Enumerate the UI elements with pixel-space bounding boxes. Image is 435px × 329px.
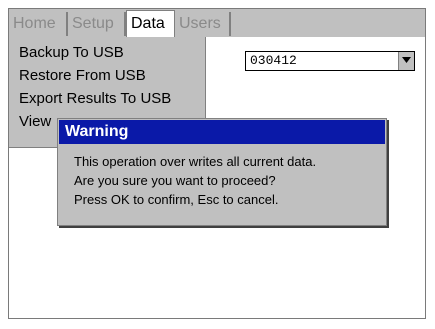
tab-home[interactable]: Home [9, 12, 68, 36]
dialog-title: Warning [59, 120, 385, 144]
select-value: 030412 [250, 53, 297, 68]
dropdown-button[interactable] [398, 52, 414, 70]
dialog-message-line: Press OK to confirm, Esc to cancel. [74, 192, 279, 207]
file-select-dropdown[interactable]: 030412 [245, 51, 415, 71]
dialog-message-line: Are you sure you want to proceed? [74, 173, 276, 188]
menu-item-export-results[interactable]: Export Results To USB [19, 88, 171, 110]
dialog-message-line: This operation over writes all current d… [74, 154, 317, 169]
tab-users[interactable]: Users [175, 12, 231, 36]
tab-setup[interactable]: Setup [68, 12, 126, 36]
warning-dialog: Warning This operation over writes all c… [57, 118, 387, 226]
tab-bar: Home Setup Data Users [9, 9, 425, 38]
menu-item-view[interactable]: View [19, 111, 51, 133]
menu-item-backup-to-usb[interactable]: Backup To USB [19, 42, 124, 64]
tab-data[interactable]: Data [126, 10, 175, 38]
chevron-down-icon [402, 57, 411, 63]
menu-item-restore-from-usb[interactable]: Restore From USB [19, 65, 146, 87]
